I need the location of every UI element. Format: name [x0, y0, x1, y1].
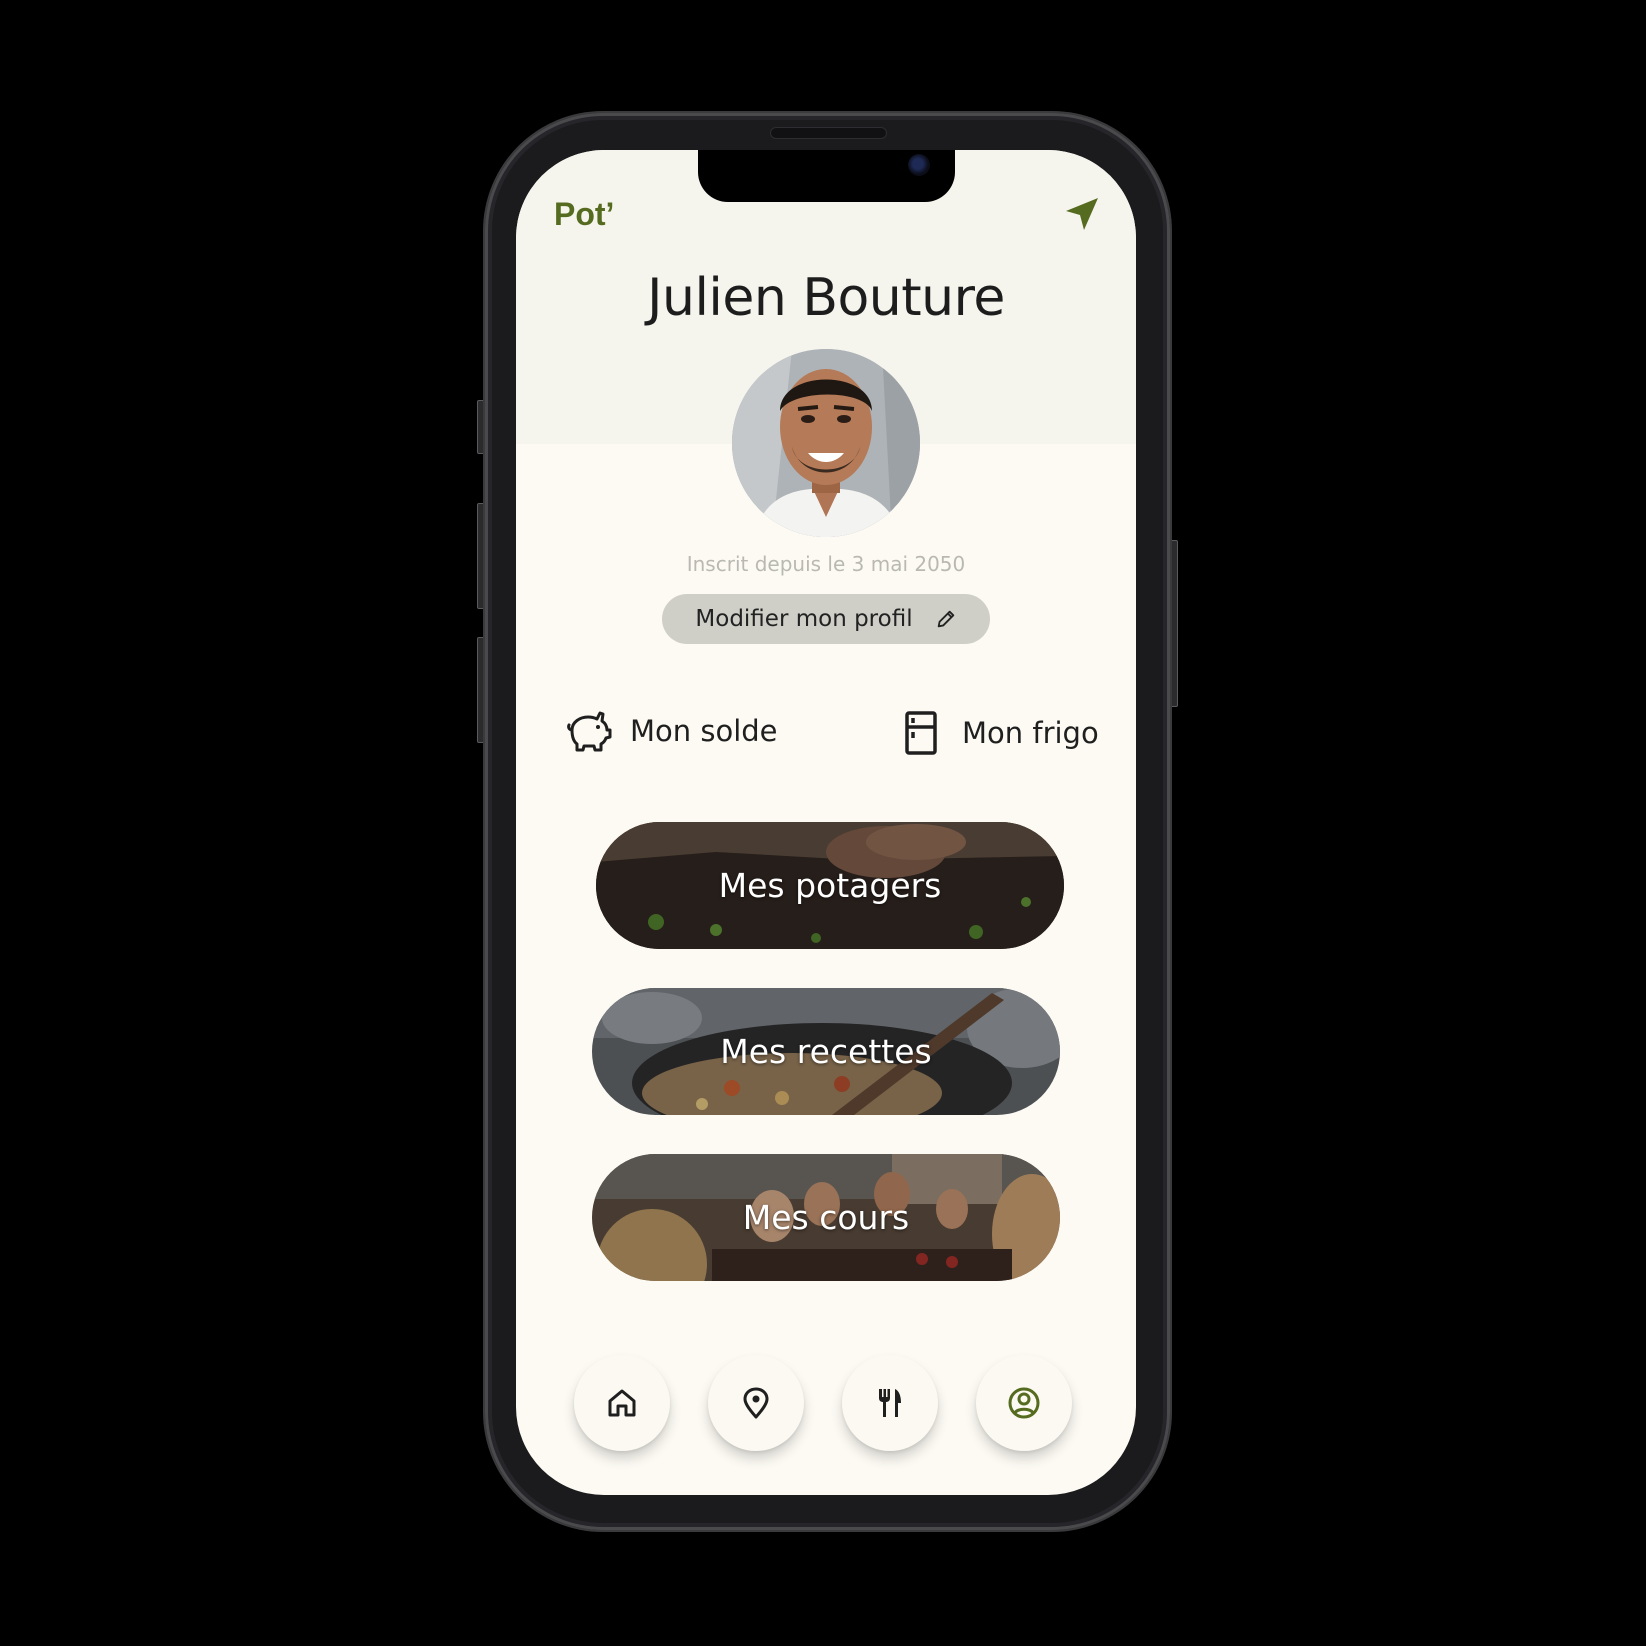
tab-profile[interactable]	[976, 1355, 1072, 1451]
my-recipes-label: Mes recettes	[720, 1032, 932, 1071]
map-pin-icon	[743, 1387, 769, 1419]
page-title: Julien Bouture	[647, 268, 1005, 328]
navigation-arrow-icon[interactable]	[1064, 196, 1100, 232]
home-icon	[608, 1389, 636, 1417]
device-stage: Pot’ Julien Bouture Inscrit depuis le 3 …	[0, 0, 1646, 1646]
user-circle-icon	[1008, 1387, 1040, 1419]
front-camera-icon	[908, 154, 930, 176]
my-recipes-card[interactable]: Mes recettes	[592, 988, 1060, 1115]
volume-down-button	[477, 637, 485, 743]
my-fridge-link[interactable]: Mon frigo	[898, 710, 1099, 756]
fork-knife-icon	[879, 1389, 901, 1417]
notch	[698, 150, 955, 202]
mute-switch	[477, 400, 485, 454]
volume-up-button	[477, 503, 485, 609]
my-classes-card[interactable]: Mes cours	[592, 1154, 1060, 1281]
app-logo[interactable]: Pot’	[554, 196, 614, 233]
avatar	[732, 349, 920, 537]
tab-map[interactable]	[708, 1355, 804, 1451]
my-gardens-label: Mes potagers	[718, 866, 942, 905]
edit-profile-button[interactable]: Modifier mon profil	[662, 594, 990, 644]
my-balance-link[interactable]: Mon solde	[566, 708, 778, 754]
app-screen: Pot’ Julien Bouture Inscrit depuis le 3 …	[516, 150, 1136, 1495]
avatar-photo	[732, 349, 920, 537]
power-button	[1170, 540, 1178, 707]
fridge-icon	[905, 711, 937, 755]
member-since-text: Inscrit depuis le 3 mai 2050	[686, 552, 966, 576]
pencil-icon	[937, 610, 954, 628]
my-fridge-label: Mon frigo	[962, 716, 1099, 750]
tab-home[interactable]	[574, 1355, 670, 1451]
earpiece-speaker	[770, 127, 887, 139]
edit-profile-label: Modifier mon profil	[695, 606, 913, 632]
tab-recipes[interactable]	[842, 1355, 938, 1451]
piggy-bank-icon	[567, 711, 612, 752]
my-balance-label: Mon solde	[630, 714, 778, 748]
my-gardens-card[interactable]: Mes potagers	[596, 822, 1064, 949]
my-classes-label: Mes cours	[742, 1198, 910, 1237]
